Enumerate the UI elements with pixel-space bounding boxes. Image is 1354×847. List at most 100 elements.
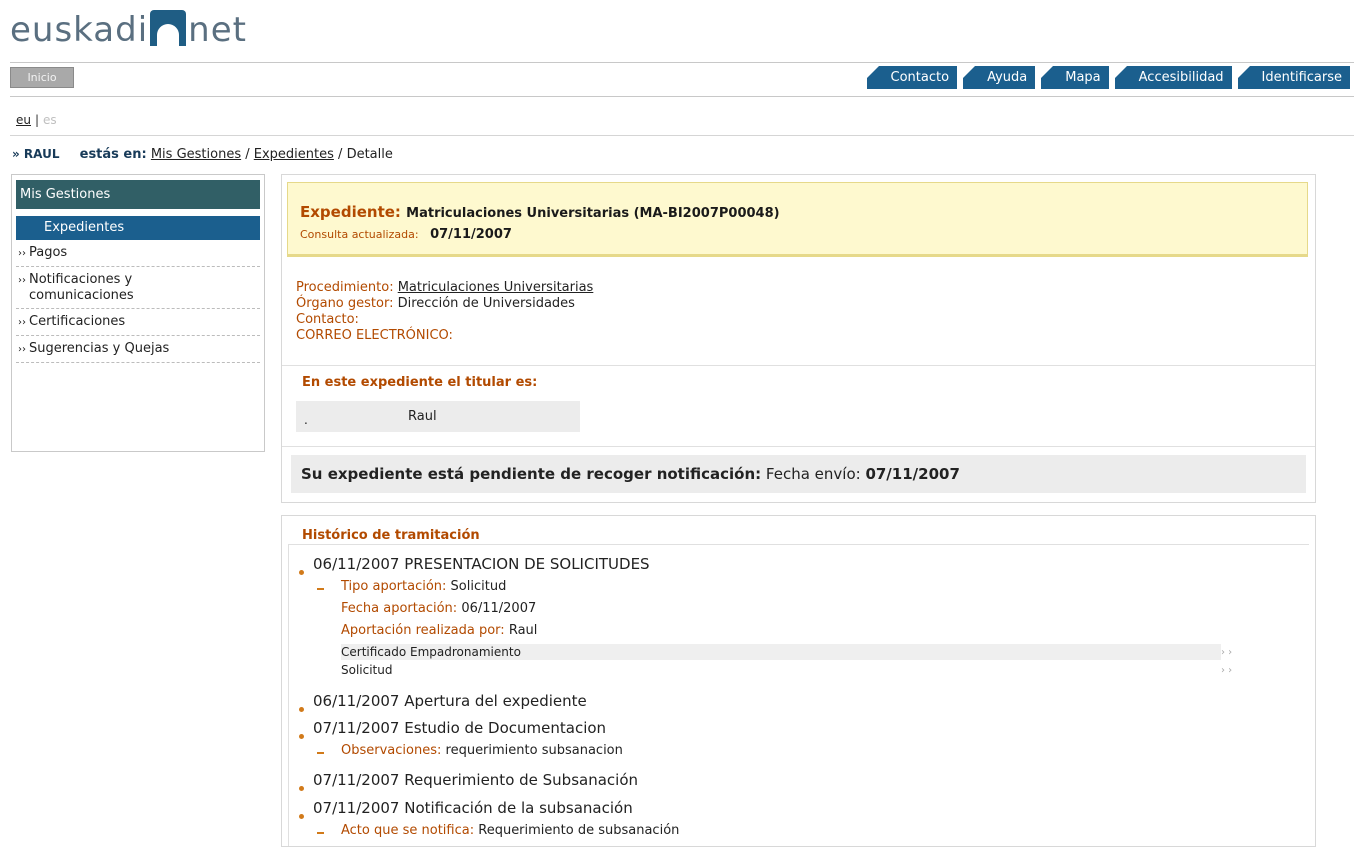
sidebar-item-label: comunicaciones: [29, 288, 134, 303]
detail-label: Observaciones:: [341, 743, 442, 758]
chevron-right-icon: ››: [18, 248, 26, 259]
sidebar-item-label: Notificaciones y: [29, 272, 133, 287]
document-row[interactable]: Certificado Empadronamiento: [341, 644, 1221, 660]
dash-icon: [317, 752, 324, 754]
chevron-right-icon[interactable]: › ›: [1221, 665, 1232, 676]
titular-cell-name: Raul: [400, 401, 580, 432]
event-apertura: 06/11/2007 Apertura del expediente: [313, 692, 587, 710]
sidebar-item-sugerencias[interactable]: ›› Sugerencias y Quejas: [16, 336, 260, 363]
nav-accesibilidad[interactable]: Accesibilidad: [1114, 66, 1232, 89]
document-row[interactable]: Solicitud: [341, 662, 1221, 678]
detail-label: Tipo aportación:: [341, 579, 447, 594]
expediente-header: Expediente: Matriculaciones Universitari…: [287, 182, 1308, 257]
fecha-envio-value: 07/11/2007: [865, 465, 960, 483]
historico-list: 06/11/2007 PRESENTACION DE SOLICITUDES T…: [288, 544, 1309, 846]
correo-label: CORREO ELECTRÓNICO:: [296, 328, 453, 343]
chevron-right-icon[interactable]: › ›: [1221, 647, 1232, 658]
expediente-panel: Expediente: Matriculaciones Universitari…: [281, 174, 1316, 503]
sidebar-title: Mis Gestiones: [16, 180, 260, 209]
breadcrumb-mis-gestiones[interactable]: Mis Gestiones: [151, 147, 241, 162]
bullet-icon: [299, 734, 304, 739]
nav-mapa[interactable]: Mapa: [1041, 66, 1109, 89]
lang-eu-link[interactable]: eu: [16, 113, 31, 127]
breadcrumb-sep: /: [333, 147, 347, 162]
event-detail-tipo: Tipo aportación: Solicitud: [341, 579, 506, 594]
procedimiento-label: Procedimiento:: [296, 280, 394, 295]
expediente-title: Expediente: Matriculaciones Universitari…: [300, 203, 780, 221]
detail-value: 06/11/2007: [461, 601, 537, 616]
consulta-label: Consulta actualizada:: [300, 228, 419, 241]
detail-label: Fecha aportación:: [341, 601, 458, 616]
titular-cell-id: .: [296, 401, 404, 432]
document-name: Certificado Empadronamiento: [341, 645, 521, 659]
bullet-icon: [299, 786, 304, 791]
breadcrumb-label: estás en:: [79, 147, 147, 162]
logo-text-euskadi: euskadi: [10, 10, 149, 50]
chevron-right-icon: ››: [18, 344, 26, 355]
top-navigation: Contacto Ayuda Mapa Accesibilidad Identi…: [866, 66, 1350, 89]
nav-contacto[interactable]: Contacto: [866, 66, 958, 89]
document-name: Solicitud: [341, 663, 393, 677]
chevron-right-icon: ››: [18, 317, 26, 328]
sidebar-menu: ›› Pagos ›› Notificaciones y comunicaciones…: [16, 240, 260, 363]
bullet-icon: [299, 814, 304, 819]
expediente-label: Expediente:: [300, 203, 401, 221]
chevron-right-icon: ››: [18, 275, 26, 286]
lang-es-link[interactable]: es: [43, 113, 57, 127]
event-presentacion: 06/11/2007 PRESENTACION DE SOLICITUDES: [313, 555, 650, 573]
procedimiento-info: Procedimiento: Matriculaciones Universit…: [296, 280, 593, 344]
nav-ayuda[interactable]: Ayuda: [963, 66, 1036, 89]
event-requerimiento: 07/11/2007 Requerimiento de Subsanación: [313, 771, 639, 789]
event-detail-fecha: Fecha aportación: 06/11/2007: [341, 601, 536, 616]
nav-divider: [10, 96, 1354, 97]
pendiente-notificacion: Su expediente está pendiente de recoger …: [291, 455, 1306, 493]
event-estudio: 07/11/2007 Estudio de Documentacion: [313, 719, 607, 737]
nav-identificarse[interactable]: Identificarse: [1237, 66, 1350, 89]
breadcrumb: » RAUL estás en: Mis Gestiones / Expedie…: [12, 147, 393, 162]
expediente-value: Matriculaciones Universitarias (MA-BI200…: [406, 206, 780, 221]
breadcrumb-sep: /: [241, 147, 254, 162]
historico-panel: Histórico de tramitación 06/11/2007 PRES…: [281, 515, 1316, 847]
breadcrumb-expedientes[interactable]: Expedientes: [254, 147, 334, 162]
bullet-icon: [299, 570, 304, 575]
language-switcher: eu | es: [16, 113, 57, 127]
event-detail-por: Aportación realizada por: Raul: [341, 623, 537, 638]
lang-separator: |: [35, 113, 40, 127]
logo-arch-icon: [150, 10, 187, 46]
fecha-envio-label: Fecha envío:: [761, 465, 866, 483]
breadcrumb-detalle: Detalle: [346, 147, 393, 162]
dash-icon: [317, 832, 324, 834]
lang-divider: [10, 135, 1354, 136]
sidebar: Mis Gestiones Expedientes ›› Pagos ›› Noti…: [11, 174, 265, 452]
sidebar-item-expedientes[interactable]: Expedientes: [16, 216, 260, 240]
detail-value: Solicitud: [450, 579, 507, 594]
detail-value: requerimiento subsanacion: [445, 743, 623, 758]
euskadi-net-logo[interactable]: euskadi net: [10, 6, 247, 48]
event-detail-observaciones: Observaciones: requerimiento subsanacion: [341, 743, 623, 758]
user-name: » RAUL: [12, 147, 60, 161]
sidebar-item-pagos[interactable]: ›› Pagos: [16, 240, 260, 267]
divider: [282, 365, 1315, 366]
consulta-value: 07/11/2007: [430, 227, 512, 242]
header-divider: [10, 62, 1354, 63]
inicio-button[interactable]: Inicio: [10, 67, 74, 88]
titular-heading: En este expediente el titular es:: [302, 375, 538, 390]
divider: [282, 446, 1315, 447]
pendiente-text: Su expediente está pendiente de recoger …: [301, 465, 762, 483]
detail-value: Raul: [508, 623, 538, 638]
sidebar-item-label: Sugerencias y Quejas: [29, 341, 170, 356]
dash-icon: [317, 588, 324, 590]
contacto-label: Contacto:: [296, 312, 359, 327]
consulta-date: Consulta actualizada: 07/11/2007: [300, 227, 512, 242]
detail-label: Aportación realizada por:: [341, 623, 505, 638]
logo-text-net: net: [188, 10, 247, 50]
organo-label: Órgano gestor:: [296, 296, 394, 311]
procedimiento-link[interactable]: Matriculaciones Universitarias: [398, 280, 594, 295]
bullet-icon: [299, 707, 304, 712]
sidebar-item-certificaciones[interactable]: ›› Certificaciones: [16, 309, 260, 336]
historico-title: Histórico de tramitación: [302, 528, 480, 543]
sidebar-item-label: Certificaciones: [29, 314, 126, 329]
organo-value: Dirección de Universidades: [397, 296, 575, 311]
sidebar-item-label: Pagos: [29, 245, 68, 260]
sidebar-item-notificaciones[interactable]: ›› Notificaciones y comunicaciones: [16, 267, 260, 309]
